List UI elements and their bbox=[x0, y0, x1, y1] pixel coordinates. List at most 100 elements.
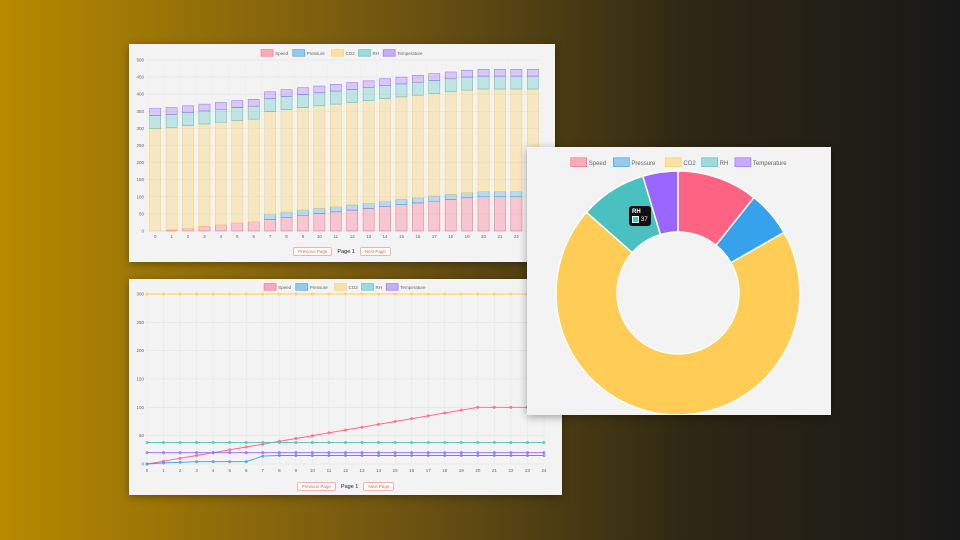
bar-x-tick: 3 bbox=[203, 234, 206, 239]
bar-segment-pressure bbox=[510, 191, 523, 198]
stacked-bar-chart: Speed Pressure CO2 RH Temperature05010015020… bbox=[136, 49, 541, 239]
bar-segment-rh bbox=[526, 75, 539, 90]
line-point-pressure bbox=[277, 453, 281, 458]
line-point-temperature bbox=[377, 451, 381, 455]
line-point-co2 bbox=[211, 292, 215, 296]
bar-legend-label-rh: RH bbox=[373, 51, 380, 56]
line-x-tick: 18 bbox=[442, 468, 448, 473]
bar-segment-rh bbox=[510, 75, 523, 90]
line-point-pressure bbox=[476, 453, 480, 458]
line-point-pressure bbox=[410, 453, 414, 458]
bar-segment-speed bbox=[313, 213, 326, 232]
bar-segment-speed bbox=[362, 208, 375, 232]
bar-x-tick: 15 bbox=[399, 234, 405, 239]
bar-segment-co2 bbox=[346, 102, 359, 206]
doughnut-legend-label-co2: CO2 bbox=[683, 161, 696, 167]
line-point-co2 bbox=[476, 292, 480, 296]
line-point-temperature bbox=[161, 451, 166, 455]
bar-x-tick: 22 bbox=[514, 234, 520, 239]
line-x-tick: 22 bbox=[508, 468, 514, 473]
line-point-pressure bbox=[310, 453, 314, 458]
bar-segment-rh bbox=[412, 81, 424, 96]
line-point-rh bbox=[542, 440, 546, 445]
bar-segment-pressure bbox=[428, 195, 441, 202]
bar-segment-temperature bbox=[198, 103, 211, 112]
doughnut-legend-label-speed: Speed bbox=[589, 161, 606, 167]
line-legend-label-temperature: Temperature bbox=[400, 285, 426, 290]
doughnut-chart-panel: Speed Pressure CO2 RH Temperature RH 37 bbox=[527, 147, 831, 415]
bar-segment-rh bbox=[362, 87, 375, 101]
line-point-rh bbox=[161, 440, 166, 445]
line-point-speed bbox=[360, 425, 364, 429]
line-x-tick: 20 bbox=[475, 468, 481, 473]
previous-page-button[interactable]: Previous Page bbox=[293, 247, 333, 256]
bar-segment-temperature bbox=[346, 82, 359, 90]
doughnut-legend-label-temperature: Temperature bbox=[753, 161, 787, 167]
line-point-speed bbox=[476, 405, 480, 409]
bar-segment-temperature bbox=[231, 100, 244, 108]
line-point-speed bbox=[459, 408, 463, 412]
bar-segment-rh bbox=[231, 107, 244, 121]
bar-segment-rh bbox=[264, 98, 276, 112]
line-point-temperature bbox=[410, 451, 414, 455]
line-point-rh bbox=[228, 440, 232, 445]
bar-segment-temperature bbox=[247, 99, 260, 107]
bar-y-tick: 450 bbox=[136, 75, 144, 80]
bar-segment-pressure bbox=[362, 203, 375, 209]
line-point-co2 bbox=[261, 292, 265, 296]
bar-segment-co2 bbox=[182, 125, 194, 229]
line-point-speed bbox=[426, 414, 430, 418]
bar-segment-temperature bbox=[444, 71, 457, 80]
next-page-button[interactable]: Next Page bbox=[363, 482, 395, 491]
line-x-tick: 12 bbox=[343, 468, 349, 473]
line-legend-label-co2: CO2 bbox=[348, 285, 358, 290]
line-x-tick: 4 bbox=[212, 468, 215, 473]
line-legend-label-rh: RH bbox=[376, 285, 383, 290]
doughnut-tooltip: RH 37 bbox=[629, 206, 651, 227]
line-point-temperature bbox=[443, 451, 447, 455]
bar-x-tick: 19 bbox=[465, 234, 471, 239]
bar-segment-co2 bbox=[510, 88, 523, 192]
line-point-temperature bbox=[294, 451, 298, 455]
bar-y-tick: 400 bbox=[136, 92, 144, 97]
bar-x-tick: 4 bbox=[220, 234, 223, 239]
line-point-pressure bbox=[525, 453, 530, 458]
bar-segment-rh bbox=[198, 110, 211, 125]
bar-legend-label-speed: Speed bbox=[275, 51, 289, 56]
bar-legend-swatch-co2 bbox=[331, 49, 344, 57]
stacked-bar-chart-panel: Speed Pressure CO2 RH Temperature 0 50 100 150 20… bbox=[129, 44, 555, 262]
bar-segment-co2 bbox=[395, 96, 408, 200]
line-point-rh bbox=[459, 440, 463, 445]
bar-x-tick: 16 bbox=[415, 234, 421, 239]
line-point-pressure bbox=[343, 453, 348, 458]
line-x-tick: 17 bbox=[426, 468, 432, 473]
bar-segment-co2 bbox=[329, 103, 342, 207]
line-point-speed bbox=[178, 456, 182, 460]
bar-segment-speed bbox=[297, 215, 309, 232]
bar-segment-co2 bbox=[412, 94, 424, 199]
bar-segment-temperature bbox=[379, 78, 391, 86]
line-x-tick: 14 bbox=[376, 468, 382, 473]
line-point-rh bbox=[244, 440, 248, 445]
bar-segment-pressure bbox=[379, 200, 391, 207]
bar-segment-temperature bbox=[526, 68, 539, 77]
line-point-speed bbox=[377, 422, 381, 426]
bar-segment-co2 bbox=[231, 120, 244, 224]
line-point-speed bbox=[310, 434, 314, 438]
line-point-pressure bbox=[261, 454, 265, 458]
bar-segment-speed bbox=[494, 196, 506, 232]
bar-segment-speed bbox=[379, 206, 391, 232]
line-point-co2 bbox=[228, 292, 232, 296]
bar-segment-pressure bbox=[329, 206, 342, 213]
bar-y-tick: 100 bbox=[136, 194, 144, 199]
bar-segment-pressure bbox=[477, 191, 490, 198]
bar-x-tick: 7 bbox=[269, 234, 272, 239]
line-x-tick: 6 bbox=[245, 468, 248, 473]
line-legend-label-pressure: Pressure bbox=[310, 285, 329, 290]
doughnut-legend-label-rh: RH bbox=[720, 161, 729, 167]
previous-page-button[interactable]: Previous Page bbox=[296, 482, 336, 491]
bar-x-tick: 5 bbox=[236, 234, 239, 239]
next-page-button[interactable]: Next Page bbox=[359, 247, 391, 256]
line-x-tick: 7 bbox=[262, 468, 265, 473]
line-point-co2 bbox=[178, 292, 182, 296]
